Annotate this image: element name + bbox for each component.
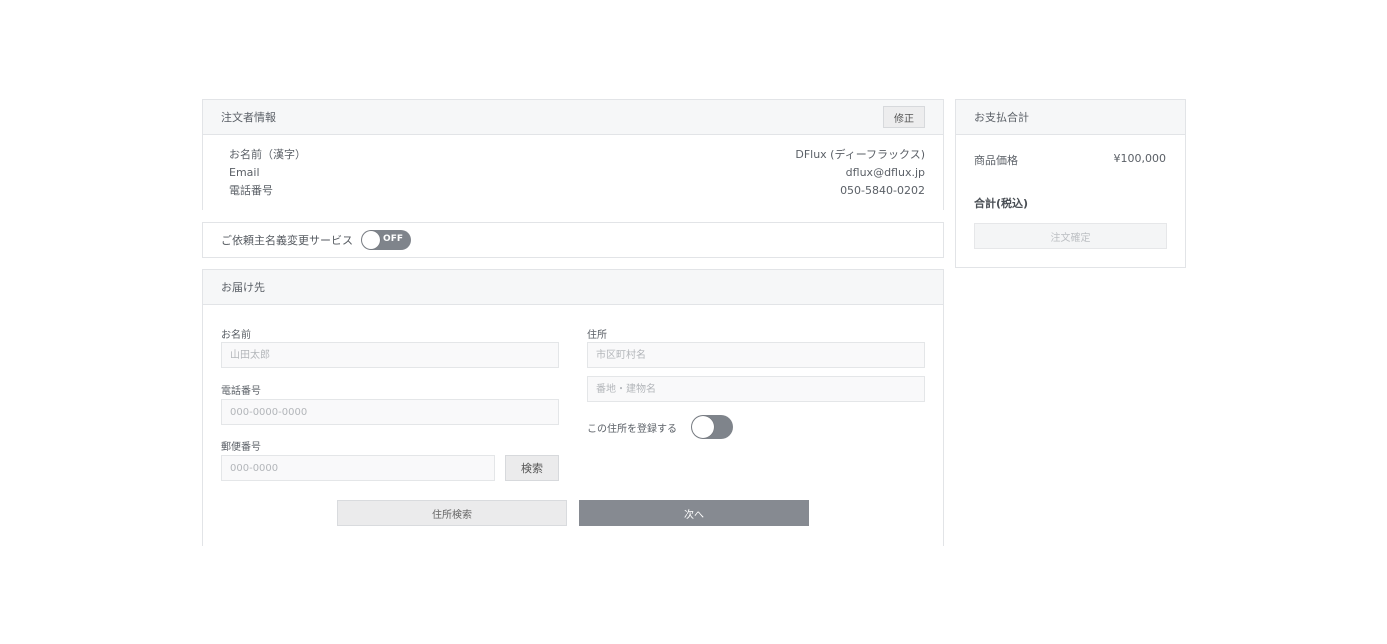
city-input[interactable]: [587, 342, 925, 368]
total-label: 合計(税込): [974, 197, 1029, 210]
phone-input[interactable]: [221, 399, 559, 425]
summary-title: お支払合計: [974, 111, 1029, 124]
info-label: 電話番号: [229, 184, 273, 197]
register-address-toggle[interactable]: [691, 415, 733, 439]
delivery-title: お届け先: [221, 281, 265, 294]
orderer-info-title: 注文者情報: [221, 111, 276, 124]
street-input[interactable]: [587, 376, 925, 402]
address-label: 住所: [587, 330, 607, 341]
next-button[interactable]: 次へ: [579, 500, 809, 526]
service-toggle[interactable]: OFF: [361, 230, 411, 250]
info-row-email: Email dflux@dflux.jp: [229, 163, 925, 181]
register-address-row: この住所を登録する: [587, 415, 733, 439]
info-label: Email: [229, 165, 260, 179]
zip-search-button[interactable]: 検索: [505, 455, 559, 481]
product-price-label: 商品価格: [974, 154, 1018, 167]
orderer-info-header: 注文者情報 修正: [203, 100, 943, 135]
phone-label: 電話番号: [221, 386, 261, 397]
payment-summary-card: お支払合計 商品価格 ¥100,000 合計(税込) 注文確定: [955, 99, 1186, 268]
product-price-value: ¥100,000: [1113, 152, 1167, 165]
toggle-state-label: OFF: [383, 234, 403, 244]
info-row-name: お名前（漢字） DFlux (ディーフラックス): [229, 145, 925, 163]
delivery-header: お届け先: [203, 270, 943, 305]
info-value: DFlux (ディーフラックス): [795, 148, 925, 161]
summary-header: お支払合計: [956, 100, 1185, 135]
info-row-phone: 電話番号 050-5840-0202: [229, 181, 925, 199]
toggle-knob: [362, 231, 380, 249]
confirm-order-button[interactable]: 注文確定: [974, 223, 1167, 249]
name-change-service-card: ご依頼主名義変更サービス OFF: [202, 222, 944, 258]
name-label: お名前: [221, 330, 251, 341]
address-search-button[interactable]: 住所検索: [337, 500, 567, 526]
register-address-label: この住所を登録する: [587, 423, 677, 435]
orderer-info-card: 注文者情報 修正 お名前（漢字） DFlux (ディーフラックス) Email …: [202, 99, 944, 210]
info-label: お名前（漢字）: [229, 148, 306, 161]
toggle-knob: [692, 416, 714, 438]
service-label: ご依頼主名義変更サービス: [221, 234, 353, 247]
edit-button[interactable]: 修正: [883, 106, 925, 128]
info-value: 050-5840-0202: [840, 183, 925, 197]
delivery-card: お届け先 お名前 電話番号 郵便番号 検索 住所 この住所を登録する 住所検索 …: [202, 269, 944, 546]
orderer-info-table: お名前（漢字） DFlux (ディーフラックス) Email dflux@dfl…: [203, 135, 943, 199]
zip-label: 郵便番号: [221, 442, 261, 453]
zip-input[interactable]: [221, 455, 495, 481]
info-value: dflux@dflux.jp: [845, 165, 925, 179]
name-input[interactable]: [221, 342, 559, 368]
product-price-row: 商品価格 ¥100,000: [974, 152, 1166, 168]
